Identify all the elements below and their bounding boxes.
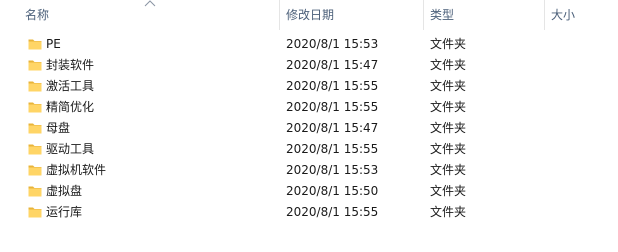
folder-icon [28, 39, 42, 50]
column-divider[interactable] [423, 0, 424, 30]
file-date-modified: 2020/8/1 15:55 [286, 205, 379, 219]
file-date-modified: 2020/8/1 15:55 [286, 79, 379, 93]
column-divider[interactable] [279, 0, 280, 30]
file-date-modified: 2020/8/1 15:53 [286, 163, 379, 177]
file-type: 文件夹 [430, 121, 467, 135]
file-name: 激活工具 [46, 79, 95, 93]
file-name: 母盘 [46, 121, 71, 135]
file-row[interactable]: 封装软件 2020/8/1 15:47 文件夹 [0, 55, 618, 76]
file-type: 文件夹 [430, 163, 467, 177]
file-date-modified: 2020/8/1 15:55 [286, 100, 379, 114]
file-row[interactable]: 虚拟盘 2020/8/1 15:50 文件夹 [0, 181, 618, 202]
column-header-bar: 名称 修改日期 类型 大小 [0, 0, 618, 30]
file-row[interactable]: 驱动工具 2020/8/1 15:55 文件夹 [0, 139, 618, 160]
file-type: 文件夹 [430, 205, 467, 219]
column-header-type[interactable]: 类型 [426, 0, 544, 30]
file-name: 虚拟机软件 [46, 163, 107, 177]
file-type: 文件夹 [430, 184, 467, 198]
column-header-size[interactable]: 大小 [547, 0, 618, 30]
file-date-modified: 2020/8/1 15:47 [286, 58, 379, 72]
file-row[interactable]: 母盘 2020/8/1 15:47 文件夹 [0, 118, 618, 139]
file-type: 文件夹 [430, 79, 467, 93]
folder-icon [28, 60, 42, 71]
file-row[interactable]: 运行库 2020/8/1 15:55 文件夹 [0, 202, 618, 223]
folder-icon [28, 144, 42, 155]
file-name: PE [46, 37, 61, 51]
file-list: PE 2020/8/1 15:53 文件夹 封装软件 2020/8/1 15:4… [0, 34, 618, 223]
file-row[interactable]: PE 2020/8/1 15:53 文件夹 [0, 34, 618, 55]
file-name: 封装软件 [46, 58, 95, 72]
file-name: 驱动工具 [46, 142, 95, 156]
folder-icon [28, 102, 42, 113]
column-header-date-modified[interactable]: 修改日期 [282, 0, 424, 30]
file-type: 文件夹 [430, 37, 467, 51]
file-type: 文件夹 [430, 142, 467, 156]
folder-icon [28, 186, 42, 197]
column-header-name[interactable]: 名称 [21, 0, 279, 30]
file-type: 文件夹 [430, 100, 467, 114]
file-row[interactable]: 虚拟机软件 2020/8/1 15:53 文件夹 [0, 160, 618, 181]
folder-icon [28, 123, 42, 134]
file-date-modified: 2020/8/1 15:55 [286, 142, 379, 156]
file-name: 精简优化 [46, 100, 95, 114]
column-divider[interactable] [544, 0, 545, 30]
file-row[interactable]: 激活工具 2020/8/1 15:55 文件夹 [0, 76, 618, 97]
file-name: 运行库 [46, 205, 83, 219]
file-date-modified: 2020/8/1 15:53 [286, 37, 379, 51]
file-date-modified: 2020/8/1 15:50 [286, 184, 379, 198]
file-date-modified: 2020/8/1 15:47 [286, 121, 379, 135]
folder-icon [28, 207, 42, 218]
file-name: 虚拟盘 [46, 184, 83, 198]
folder-icon [28, 165, 42, 176]
file-row[interactable]: 精简优化 2020/8/1 15:55 文件夹 [0, 97, 618, 118]
file-type: 文件夹 [430, 58, 467, 72]
folder-icon [28, 81, 42, 92]
